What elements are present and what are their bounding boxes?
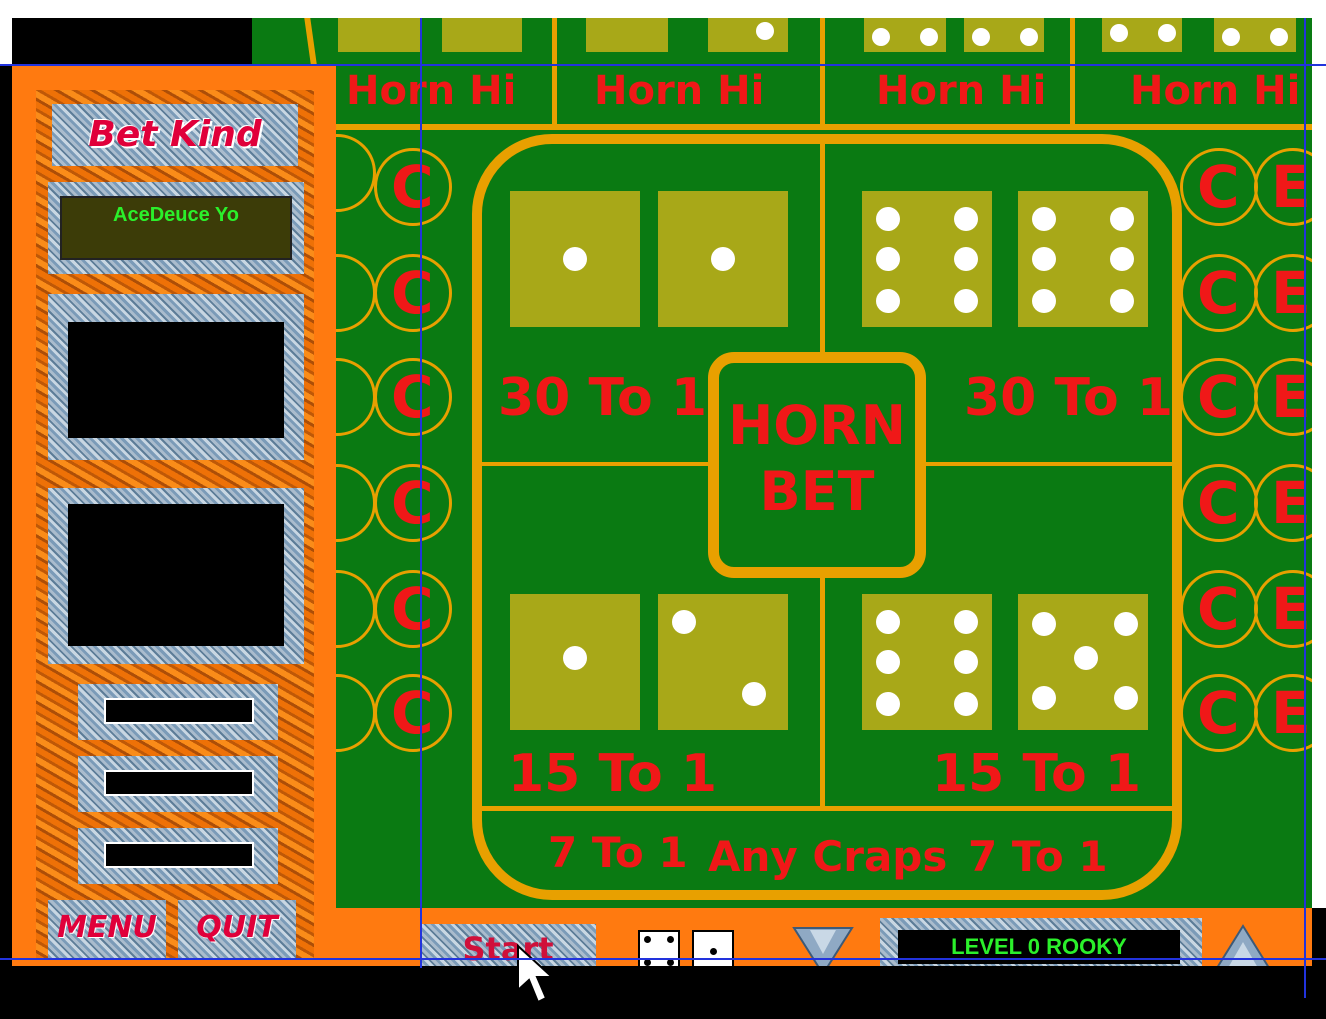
come-circle[interactable]: C — [1180, 674, 1258, 752]
horn-hi-box[interactable] — [442, 18, 522, 52]
quit-label: QUIT — [196, 910, 278, 945]
info-screen-bottom-display — [68, 504, 284, 646]
odds-label: 15 To 1 — [932, 744, 1142, 804]
start-label: Start — [462, 930, 554, 968]
horn-bet-button[interactable]: HORN BET — [708, 352, 926, 578]
mouse-cursor-icon — [517, 944, 555, 1004]
come-circle[interactable]: C — [1180, 254, 1258, 332]
horn-label: HORN — [728, 394, 906, 457]
odds-label: 30 To 1 — [964, 368, 1174, 428]
value-display-3 — [104, 842, 254, 868]
any-craps-label[interactable]: Any Craps — [708, 832, 947, 881]
value-field-1 — [78, 684, 278, 740]
craps-table: Horn Hi Horn Hi Horn Hi Horn Hi C C C C … — [252, 18, 1312, 908]
menu-label: MENU — [57, 910, 157, 945]
guide-line-horizontal — [0, 64, 1326, 66]
come-circle[interactable]: C — [374, 464, 452, 542]
come-circle[interactable]: C — [374, 674, 452, 752]
bottom-black-strip — [0, 966, 1326, 1019]
horn-hi-box[interactable] — [708, 18, 788, 52]
top-black-strip — [12, 18, 252, 64]
come-circle[interactable]: C — [1180, 570, 1258, 648]
guide-line-vertical — [1304, 18, 1306, 998]
die-five[interactable] — [1018, 594, 1148, 730]
horn-hi-label[interactable]: Horn Hi — [346, 68, 516, 114]
come-circle[interactable]: C — [1180, 464, 1258, 542]
come-circle[interactable]: C — [374, 148, 452, 226]
come-circle[interactable]: C — [374, 570, 452, 648]
bet-kind-plate: Bet Kind — [52, 104, 298, 166]
horn-hi-label[interactable]: Horn Hi — [1130, 68, 1300, 114]
odds-label: 15 To 1 — [508, 744, 718, 804]
value-field-3 — [78, 828, 278, 884]
value-display-2 — [104, 770, 254, 796]
die-one[interactable] — [510, 191, 640, 327]
die-one[interactable] — [658, 191, 788, 327]
die-two[interactable] — [658, 594, 788, 730]
horn-hi-label[interactable]: Horn Hi — [594, 68, 764, 114]
right-border — [1312, 18, 1326, 908]
come-circle[interactable]: C — [1180, 148, 1258, 226]
info-screen-top — [48, 294, 304, 460]
menu-button[interactable]: MENU — [48, 900, 166, 958]
come-circle[interactable]: C — [374, 358, 452, 436]
die-six[interactable] — [1018, 191, 1148, 327]
value-display-1 — [104, 698, 254, 724]
horn-hi-box[interactable] — [864, 18, 946, 52]
bet-name-plate: AceDeuce Yo — [48, 182, 304, 274]
top-border — [0, 0, 1326, 18]
die-six[interactable] — [862, 594, 992, 730]
odds-label: 30 To 1 — [498, 368, 708, 428]
guide-line-vertical — [420, 18, 422, 968]
horn-hi-box[interactable] — [964, 18, 1044, 52]
info-screen-top-display — [68, 322, 284, 438]
horn-hi-box[interactable] — [586, 18, 668, 52]
die-one[interactable] — [510, 594, 640, 730]
bet-kind-title: Bet Kind — [88, 114, 262, 155]
left-border — [0, 18, 12, 64]
bet-name-display: AceDeuce Yo — [60, 196, 292, 260]
horn-hi-box[interactable] — [1214, 18, 1296, 52]
horn-hi-label[interactable]: Horn Hi — [876, 68, 1046, 114]
value-field-2 — [78, 756, 278, 812]
come-circle[interactable]: C — [374, 254, 452, 332]
horn-hi-box[interactable] — [1102, 18, 1182, 52]
come-circle[interactable]: C — [1180, 358, 1258, 436]
horn-hi-box[interactable] — [338, 18, 420, 52]
bet-label: BET — [759, 460, 875, 523]
info-screen-bottom — [48, 488, 304, 664]
any-craps-odds-right: 7 To 1 — [968, 832, 1108, 881]
guide-line-horizontal — [0, 958, 1326, 960]
die-six[interactable] — [862, 191, 992, 327]
any-craps-odds-left: 7 To 1 — [548, 828, 688, 877]
quit-button[interactable]: QUIT — [178, 900, 296, 958]
